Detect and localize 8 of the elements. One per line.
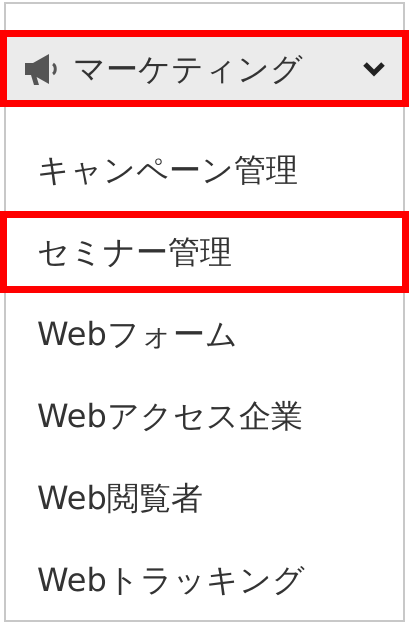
menu-item[interactable]: セミナー管理 xyxy=(0,211,409,293)
menu-item[interactable]: Webフォーム xyxy=(6,293,403,375)
menu-item[interactable]: Webトラッキング xyxy=(6,539,403,621)
menu-item[interactable]: Web閲覧者 xyxy=(6,457,403,539)
menu-item[interactable]: キャンペーン管理 xyxy=(6,129,403,211)
menu-item[interactable]: Webアクセス企業 xyxy=(6,375,403,457)
menu-header[interactable]: マーケティング xyxy=(0,30,409,107)
chevron-down-icon xyxy=(362,60,386,76)
